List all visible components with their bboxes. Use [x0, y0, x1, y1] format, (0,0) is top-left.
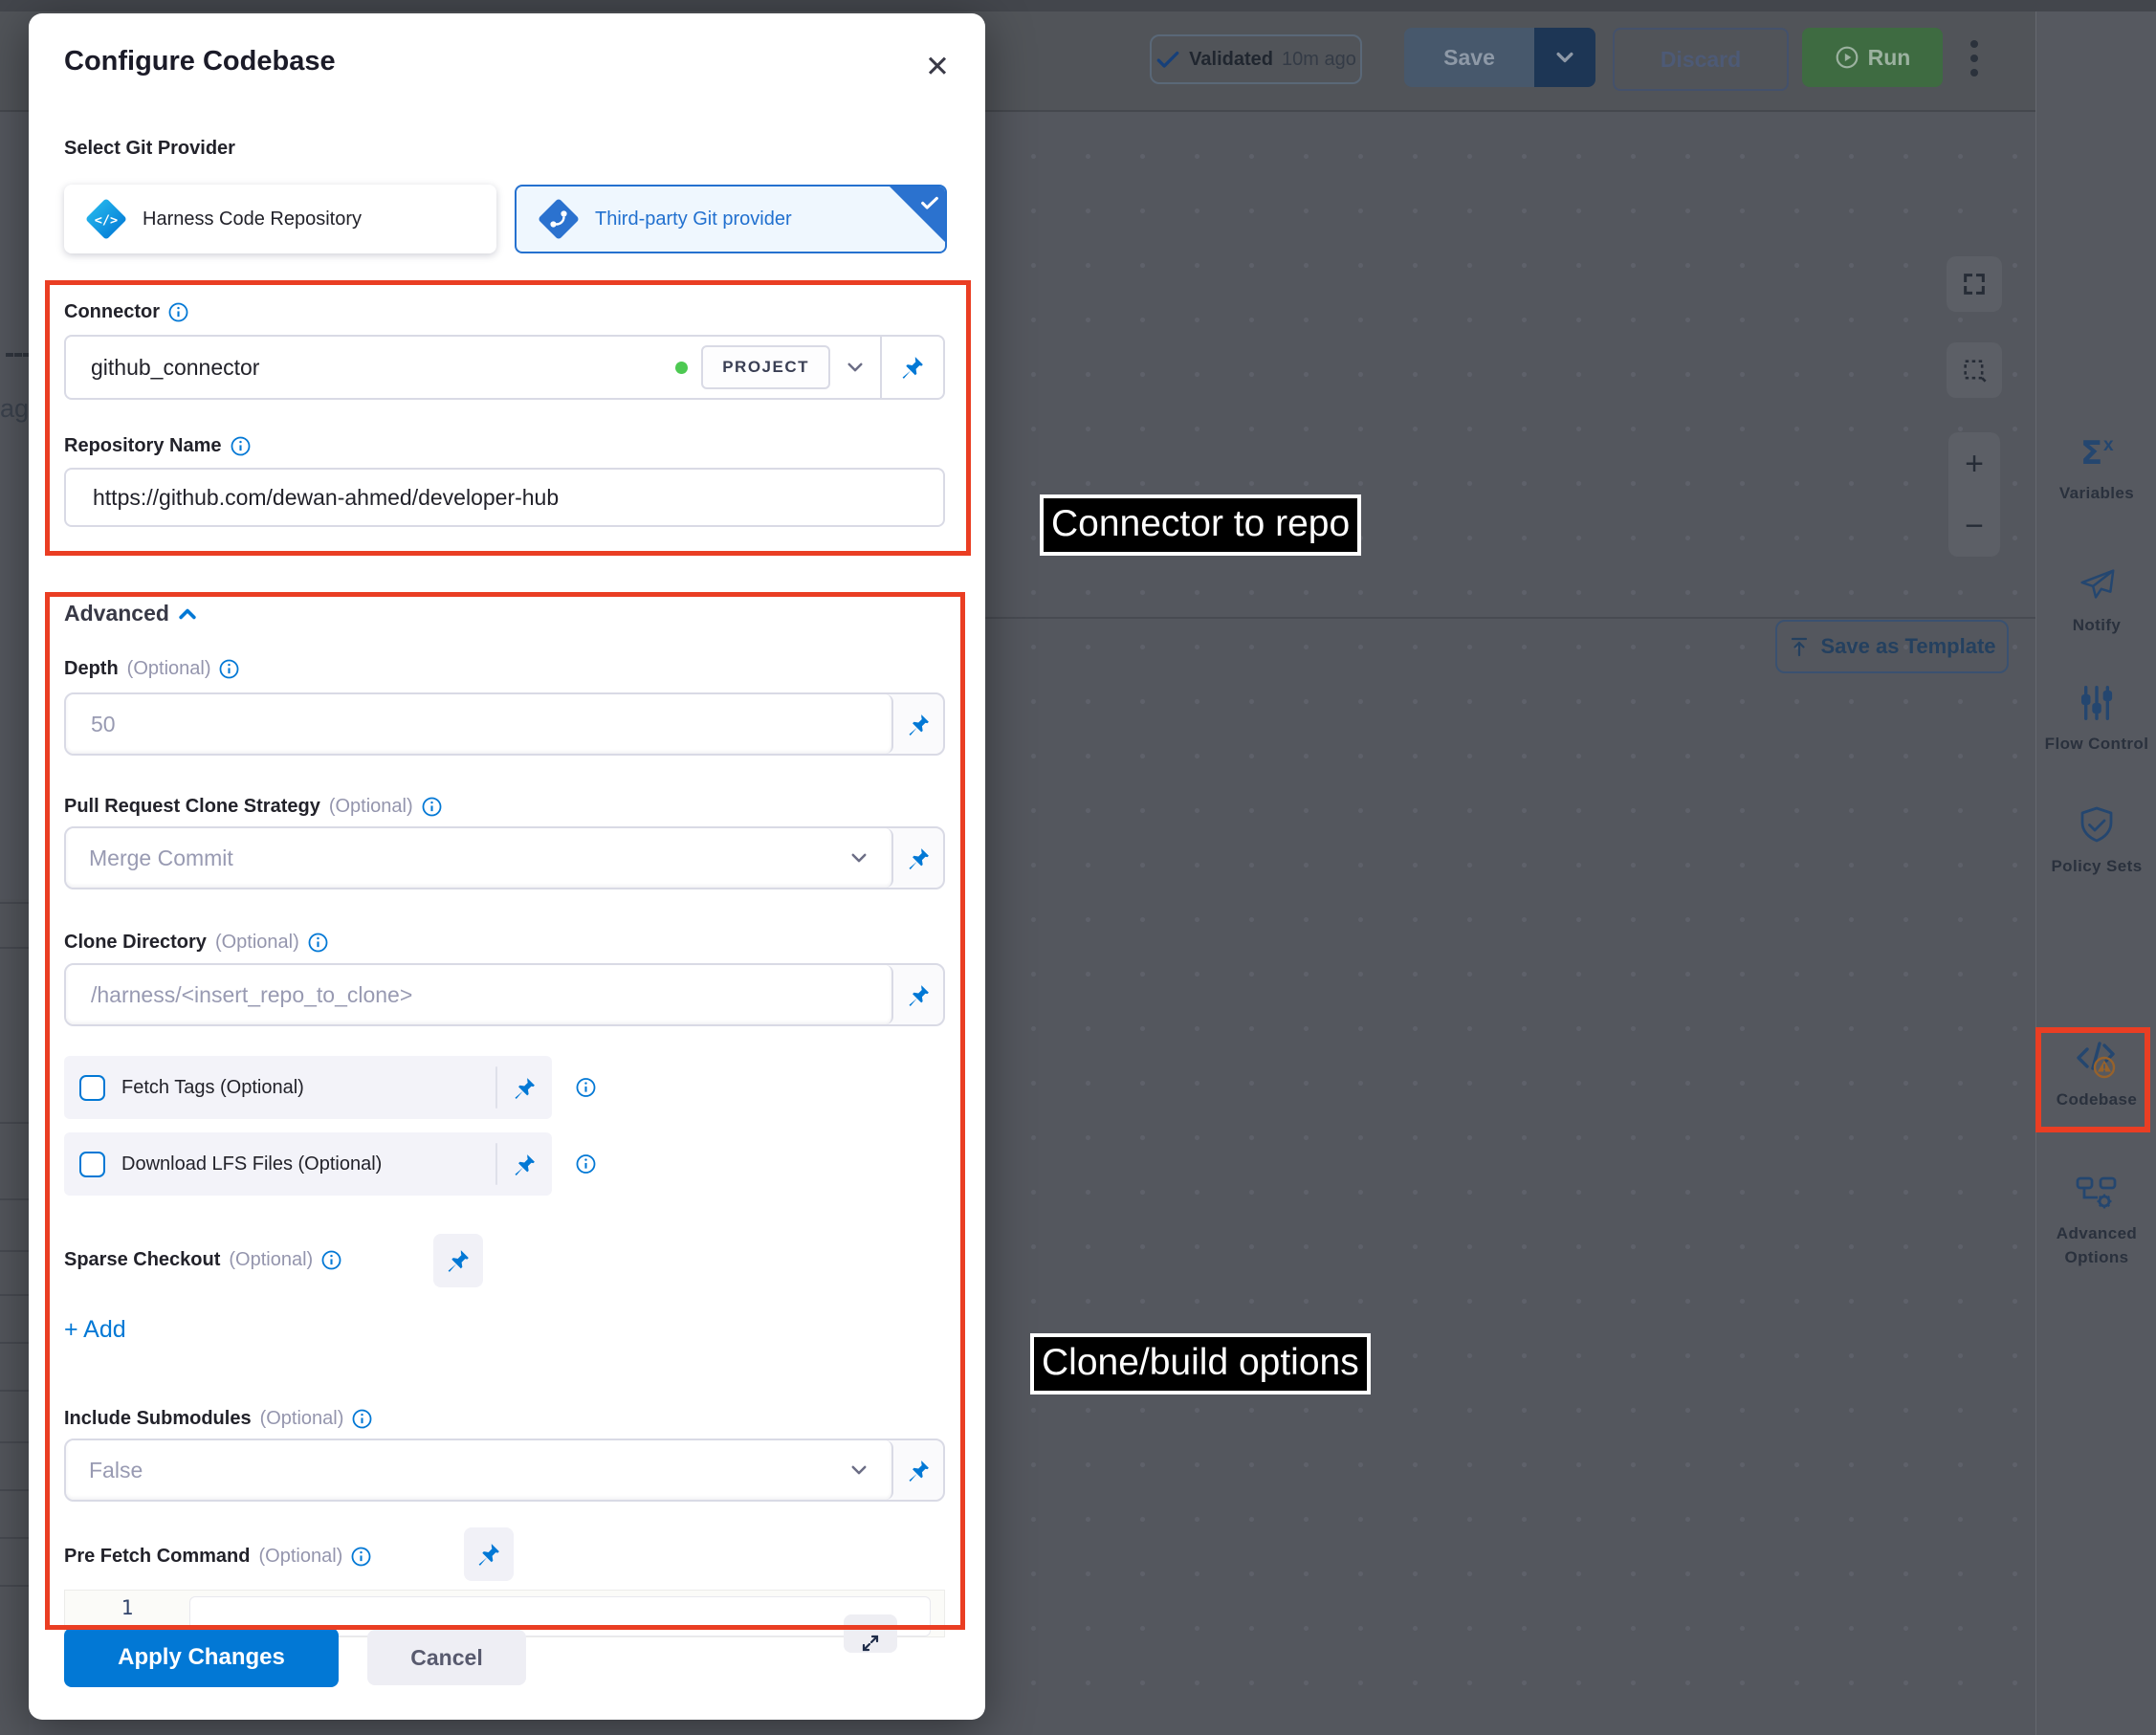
expand-arrows-icon: [861, 1634, 880, 1653]
provider-harness-label: Harness Code Repository: [143, 209, 362, 231]
check-icon: [1155, 47, 1180, 72]
run-label: Run: [1868, 45, 1911, 71]
svg-text:</>: </>: [95, 213, 118, 229]
validated-label: Validated: [1189, 49, 1273, 71]
annotation-box-advanced: [45, 592, 965, 1630]
run-button[interactable]: Run: [1802, 28, 1943, 87]
sidebar-item-notify[interactable]: Notify: [2036, 562, 2156, 637]
git-provider-icon: [538, 198, 580, 240]
annotation-clone-label: Clone/build options: [1030, 1333, 1371, 1395]
svg-text:Σ: Σ: [2080, 434, 2102, 472]
paper-plane-icon: [2076, 562, 2118, 606]
upload-icon: [1788, 635, 1811, 658]
variables-sigma-icon: Σx: [2075, 430, 2119, 474]
save-button[interactable]: Save: [1404, 28, 1534, 87]
canvas-zoom-controls[interactable]: + −: [1948, 432, 2000, 557]
sidebar-item-variables[interactable]: Σx Variables: [2036, 430, 2156, 505]
pipeline-studio-page: Validated 10m ago Save Discard Run ag Sa…: [0, 0, 2156, 1735]
annotation-box-connector: [45, 280, 971, 556]
provider-card-third-party[interactable]: Third-party Git provider: [515, 185, 947, 253]
svg-text:x: x: [2103, 435, 2114, 455]
fullscreen-icon: [1961, 271, 1988, 297]
more-options-kebab-button[interactable]: [1967, 35, 1982, 81]
validated-status-badge: Validated 10m ago: [1150, 34, 1362, 84]
save-as-template-label: Save as Template: [1820, 634, 1995, 659]
sidebar-item-policy-sets[interactable]: Policy Sets: [2036, 803, 2156, 878]
save-options-chevron-button[interactable]: [1534, 28, 1595, 87]
selected-corner-badge: [890, 187, 945, 242]
shield-check-icon: [2076, 803, 2118, 847]
canvas-select-region-button[interactable]: [1947, 342, 2002, 398]
validated-time: 10m ago: [1282, 49, 1356, 71]
cancel-button[interactable]: Cancel: [367, 1630, 526, 1685]
provider-card-harness[interactable]: </> Harness Code Repository: [64, 185, 496, 253]
harness-code-icon: </>: [85, 198, 127, 240]
marquee-selection-icon: [1961, 357, 1988, 384]
sidebar-item-advanced-options[interactable]: Advanced Options: [2036, 1171, 2156, 1269]
close-icon[interactable]: ✕: [916, 46, 958, 88]
zoom-out-icon[interactable]: −: [1965, 510, 1984, 542]
play-circle-icon: [1835, 45, 1859, 70]
canvas-fullscreen-button[interactable]: [1947, 256, 2002, 312]
canvas-section-divider: [985, 617, 2035, 619]
sliders-icon: [2076, 681, 2118, 725]
studio-right-sidebar: Σx Variables Notify Flow Control Policy …: [2035, 11, 2156, 1735]
apply-changes-button[interactable]: Apply Changes: [64, 1628, 339, 1687]
dialog-title: Configure Codebase: [64, 46, 336, 77]
annotation-connector-label: Connector to repo: [1040, 494, 1361, 556]
sidebar-item-flow-control[interactable]: Flow Control: [2036, 681, 2156, 756]
check-icon: [919, 192, 940, 213]
save-as-template-button[interactable]: Save as Template: [1775, 620, 2009, 673]
annotation-box-codebase: [2035, 1027, 2150, 1132]
left-panel-clipped: [0, 899, 29, 1735]
zoom-in-icon[interactable]: +: [1965, 448, 1984, 480]
select-git-provider-label: Select Git Provider: [64, 138, 235, 160]
clipped-stage-text: ag: [0, 394, 29, 424]
provider-third-party-label: Third-party Git provider: [595, 209, 792, 231]
clipped-edge-dashes: [6, 353, 31, 361]
discard-button[interactable]: Discard: [1613, 28, 1789, 91]
flowchart-gear-icon: [2075, 1171, 2119, 1215]
chevron-down-icon: [1554, 47, 1575, 68]
